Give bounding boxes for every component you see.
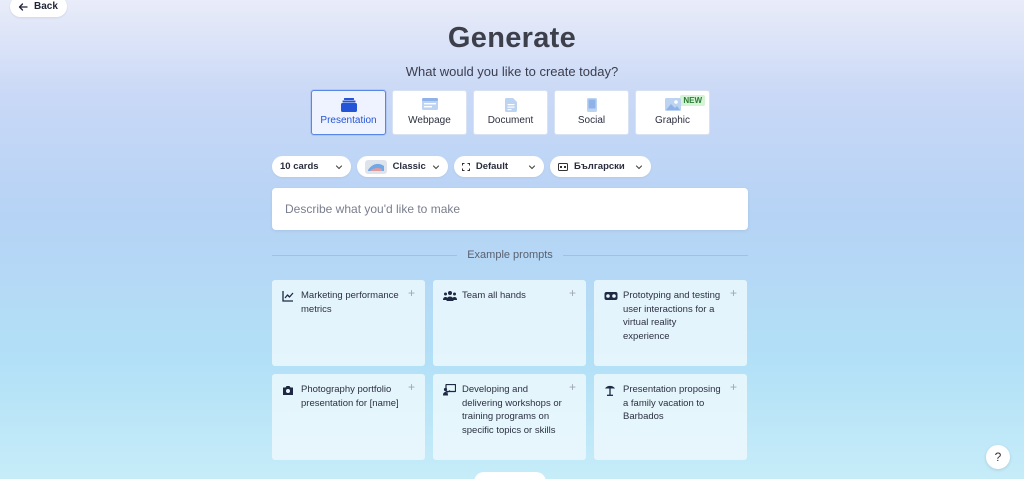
type-presentation-button[interactable]: Presentation — [311, 90, 386, 135]
presenter-icon — [443, 384, 456, 396]
divider-line — [562, 254, 748, 256]
example-prompts-heading: Example prompts — [467, 249, 553, 261]
prompt-input-container — [272, 188, 748, 230]
example-prompt-text: Prototyping and testing user interaction… — [623, 290, 721, 342]
cards-count-dropdown[interactable]: 10 cards — [272, 156, 351, 177]
type-document-button[interactable]: Document — [473, 90, 548, 135]
theme-dropdown[interactable]: Classic — [356, 156, 448, 177]
social-icon — [586, 98, 597, 112]
see-more-button[interactable] — [474, 472, 546, 479]
webpage-icon — [421, 98, 438, 110]
people-icon — [443, 291, 457, 301]
add-icon: + — [729, 286, 737, 300]
help-button[interactable]: ? — [986, 445, 1010, 469]
language-dropdown[interactable]: Български — [550, 156, 651, 177]
example-prompt-card[interactable]: Developing and delivering workshops or t… — [433, 374, 586, 460]
example-prompt-card[interactable]: Marketing performance metrics + — [272, 280, 425, 366]
type-label: Social — [577, 115, 606, 126]
divider-line — [272, 254, 458, 256]
example-prompts-grid: Marketing performance metrics + Team all… — [272, 280, 747, 460]
add-icon: + — [729, 380, 737, 394]
type-label: Document — [487, 115, 534, 126]
help-label: ? — [994, 450, 1002, 464]
beach-umbrella-icon — [605, 385, 615, 396]
chevron-down-icon — [335, 164, 342, 169]
cards-count-value: 10 cards — [280, 161, 319, 172]
chevron-down-icon — [635, 164, 642, 169]
type-social-button[interactable]: Social — [554, 90, 629, 135]
example-prompt-text: Photography portfolio presentation for [… — [301, 384, 399, 409]
back-label: Back — [34, 1, 58, 12]
graphic-icon — [664, 98, 681, 111]
add-icon: + — [407, 286, 415, 300]
theme-value: Classic — [392, 161, 426, 172]
example-prompt-text: Developing and delivering workshops or t… — [462, 384, 562, 436]
example-prompt-card[interactable]: Presentation proposing a family vacation… — [594, 374, 747, 460]
chevron-down-icon — [432, 164, 439, 169]
back-button[interactable]: Back — [10, 0, 67, 17]
type-label: Presentation — [320, 115, 377, 126]
add-icon: + — [407, 380, 415, 394]
chevron-down-icon — [528, 164, 536, 169]
type-label: Webpage — [408, 115, 451, 126]
language-icon — [558, 162, 569, 171]
add-icon: + — [568, 286, 576, 300]
example-prompt-card[interactable]: Photography portfolio presentation for [… — [272, 374, 425, 460]
example-prompts-divider: Example prompts — [272, 249, 748, 261]
theme-preview-icon — [364, 159, 387, 174]
example-prompt-card[interactable]: Prototyping and testing user interaction… — [594, 280, 747, 366]
presentation-icon — [340, 98, 357, 112]
vr-headset-icon — [604, 292, 618, 300]
new-badge: NEW — [680, 95, 705, 106]
chart-icon — [282, 291, 294, 302]
language-value: Български — [574, 161, 625, 172]
example-prompt-text: Team all hands — [462, 290, 526, 301]
camera-icon — [283, 386, 293, 395]
expand-icon — [461, 162, 470, 171]
type-label: Graphic — [654, 115, 690, 126]
type-graphic-button[interactable]: NEW Graphic — [635, 90, 710, 135]
generation-options: 10 cards Classic Default Български — [272, 156, 651, 177]
size-dropdown[interactable]: Default — [453, 156, 545, 177]
page-subtitle: What would you like to create today? — [405, 64, 619, 79]
example-prompt-text: Marketing performance metrics — [301, 290, 399, 315]
add-icon: + — [568, 380, 576, 394]
content-type-selector: Presentation Webpage Document Social NEW — [311, 90, 710, 135]
example-prompt-text: Presentation proposing a family vacation… — [623, 384, 721, 422]
document-icon — [504, 98, 517, 112]
size-value: Default — [475, 161, 509, 172]
type-webpage-button[interactable]: Webpage — [392, 90, 467, 135]
example-prompt-card[interactable]: Team all hands + — [433, 280, 586, 366]
prompt-input[interactable] — [285, 202, 735, 216]
page-title: Generate — [447, 22, 577, 54]
arrow-left-icon — [18, 2, 28, 11]
